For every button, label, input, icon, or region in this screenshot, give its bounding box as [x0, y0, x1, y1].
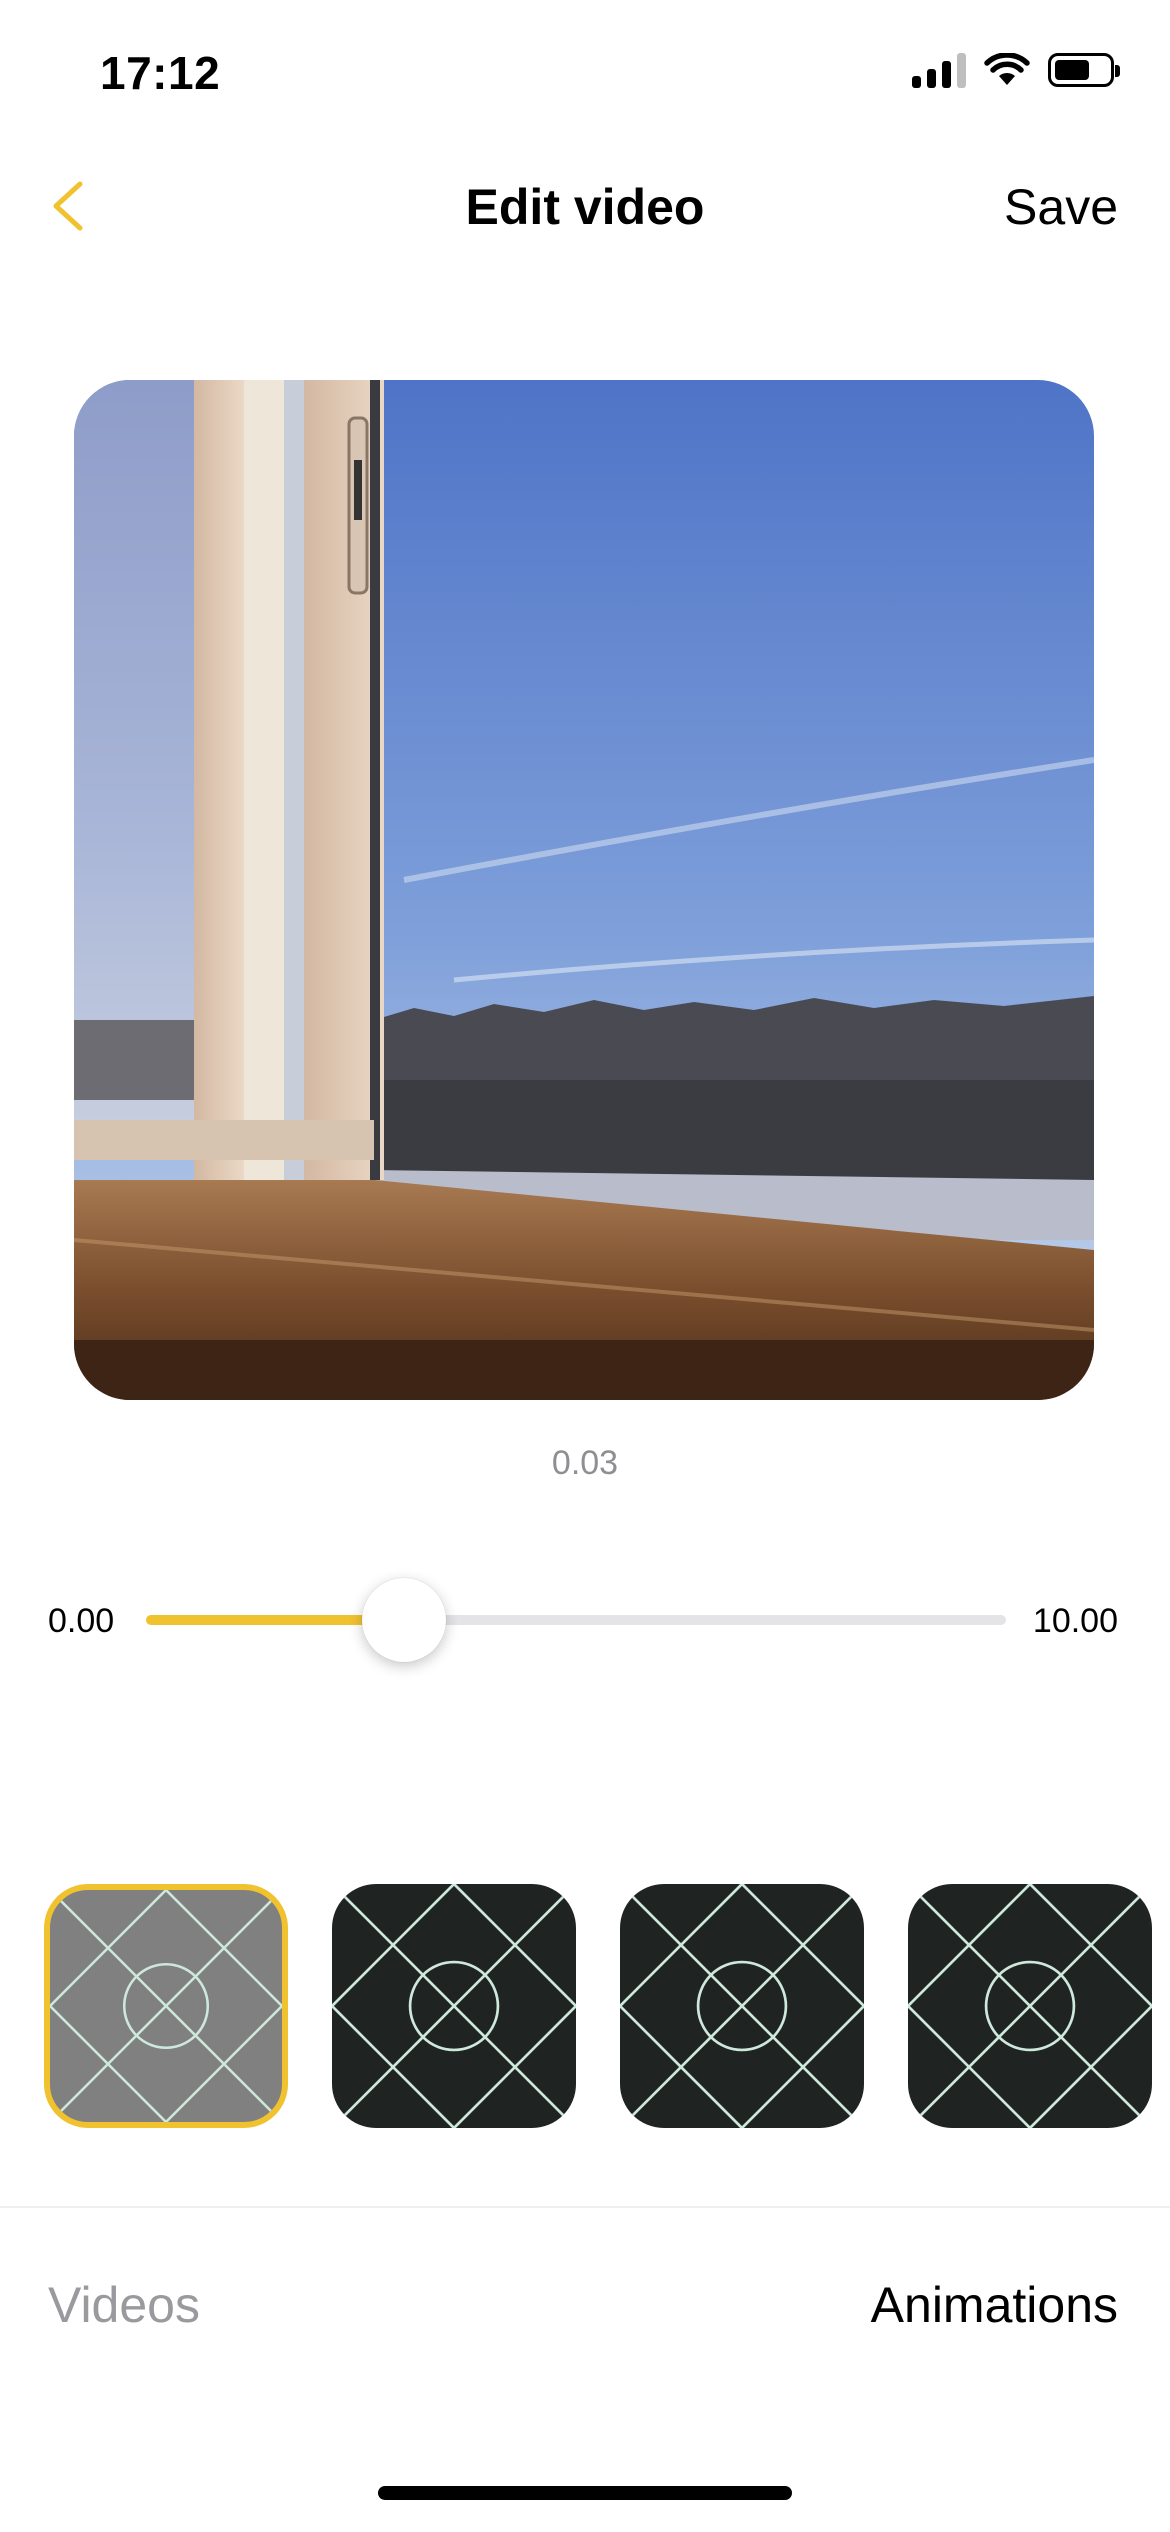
animation-thumbnails: [44, 1884, 1152, 2128]
slider-min-label: 0.00: [48, 1602, 115, 1640]
placeholder-grid-icon: [620, 1884, 864, 2128]
status-icons: [912, 52, 1120, 88]
slider-max-label: 10.00: [1032, 1602, 1118, 1640]
animation-thumbnail[interactable]: [44, 1884, 288, 2128]
video-frame-image: [74, 380, 1094, 1400]
page-title: Edit video: [465, 179, 705, 235]
battery-icon: [1048, 53, 1120, 87]
placeholder-grid-icon: [332, 1884, 576, 2128]
video-preview[interactable]: [74, 380, 1094, 1400]
status-time: 17:12: [100, 47, 221, 99]
signal-icon: [912, 52, 966, 88]
slider-thumb[interactable]: [362, 1578, 446, 1662]
placeholder-grid-icon: [50, 1890, 282, 2122]
placeholder-grid-icon: [908, 1884, 1152, 2128]
tab-videos[interactable]: Videos: [48, 2276, 200, 2334]
timeline-slider[interactable]: [146, 1578, 1006, 1662]
home-indicator: [378, 2486, 792, 2500]
wifi-icon: [984, 53, 1030, 85]
tab-animations[interactable]: Animations: [871, 2276, 1118, 2334]
animation-thumbnail[interactable]: [908, 1884, 1152, 2128]
save-button[interactable]: Save: [1004, 178, 1118, 236]
animation-thumbnail[interactable]: [332, 1884, 576, 2128]
tab-divider: [0, 2206, 1170, 2208]
animation-thumbnail[interactable]: [620, 1884, 864, 2128]
current-time-label: 0.03: [551, 1444, 619, 1482]
